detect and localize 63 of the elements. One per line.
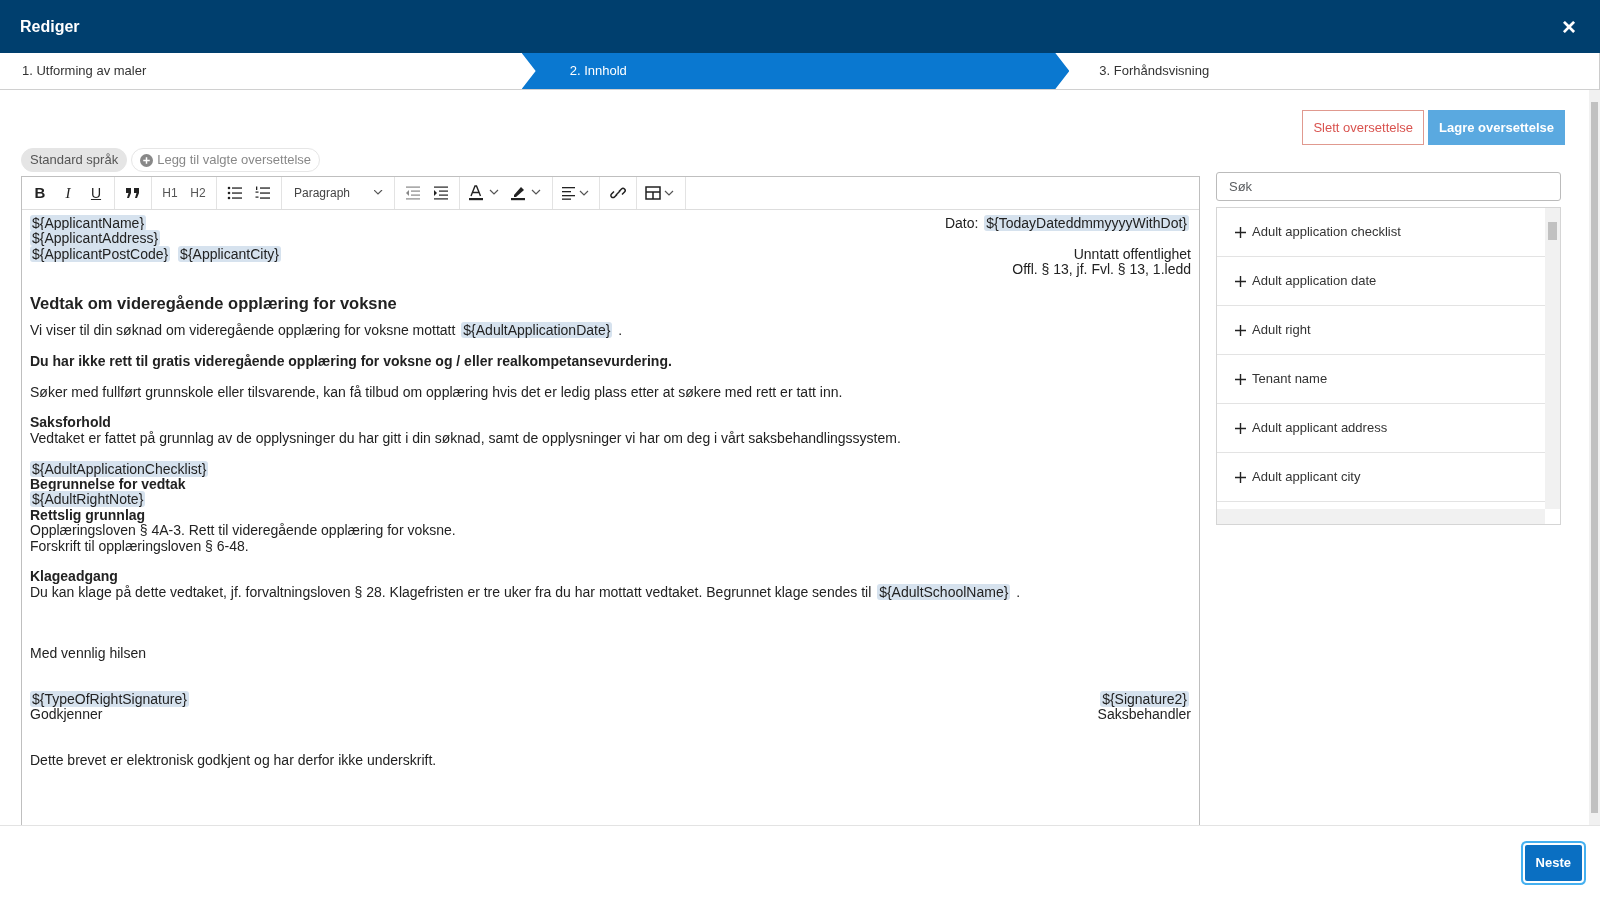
plus-icon [1235,324,1246,336]
heading-button[interactable]: H2 [184,180,212,206]
link-icon [610,185,626,201]
letter-text: Med vennlig hilsen [30,645,146,662]
template-variable: ${ApplicantCity} [178,245,281,262]
plus-icon [1235,275,1246,287]
search-field[interactable]: Søk [1216,172,1561,201]
section-heading: Begrunnelse for vedtak [30,476,186,492]
letter-text: Offl. § 13, jf. Fvl. § 13, 1.ledd [1012,261,1191,278]
template-variable: ${AdultApplicationChecklist} [30,460,209,477]
scrollbar[interactable] [1217,509,1545,524]
italic-button[interactable]: I [54,180,82,206]
section-heading: Du har ikke rett til gratis videregående opplæring for voksne og / eller realkompetansevurdering. [30,352,672,369]
letter-text: Saksbehandler [1097,706,1191,723]
wizard-step[interactable]: 2. Innhold [521,53,1070,89]
template-variable: ${AdultSchoolName} [877,583,1011,600]
template-variable: ${ApplicantName} [30,215,147,231]
add-translation-button[interactable]: Legg til valgte oversettelse [131,148,321,172]
letter-text: Godkjenner [30,706,103,723]
section-heading: Rettslig grunnlag [30,506,146,523]
template-variable: ${AdultApplicationDate} [461,322,613,338]
template-variable: ${Signature2} [1100,690,1189,707]
plus-icon [1235,226,1246,238]
align-left-icon [561,186,591,200]
letter-text: Du kan klage på dette vedtaket, jf. forvaltningsloven § 28. Klagefristen er tre uker fra du har mottatt vedtaket. Begrunnet klage sendes til [30,583,872,600]
section-heading: Saksforhold [30,414,111,431]
plus-icon [1235,422,1246,434]
plus-icon [1235,471,1246,483]
scrollbar[interactable] [1589,90,1600,825]
letter-text: Opplæringsloven § 4A-3. Rett til videregående opplæring for voksne. [30,522,456,539]
close-button[interactable]: × [1558,14,1580,39]
letter-text: Dato: [944,215,979,231]
caret-icon [374,190,384,196]
delete-translation-button[interactable]: Slett oversettelse [1302,110,1425,145]
bold-button[interactable]: B [26,180,54,206]
letter-text: Dette brevet er elektronisk godkjent og har derfor ikke underskrift. [30,751,437,768]
template-variable: ${ApplicantAddress} [30,230,161,247]
letter-text: Vi viser til din søknad om videregående opplæring for voksne mottatt [30,322,456,338]
language-tab[interactable]: Standard språk [21,148,128,172]
window-title: Rediger [20,16,80,37]
plus-icon [1235,373,1246,385]
quote-icon [125,186,141,200]
outdent-icon [405,186,421,200]
letter-text: . [618,322,623,338]
heading-button[interactable]: H1 [156,180,184,206]
numbered-list-icon [255,186,271,200]
template-variable: ${ApplicantPostCode} [30,245,171,262]
letter-text: Søker med fullført grunnskole eller tilsvarende, kan få tilbud om opplæring hvis det er ledig plass etter at søkere med rett er tatt inn. [30,383,843,400]
letter-text: Vedtaket er fattet på grunnlag av de opplysninger du har gitt i din søknad, samt de opplysninger vi har om deg i vårt saksbehandlingssystem. [30,429,901,446]
scrollbar[interactable] [1545,208,1560,509]
letter-text: Forskrift til opplæringsloven § 6-48. [30,537,249,554]
plus-circle-icon [140,153,154,167]
section-heading: Klageadgang [30,568,118,585]
indent-icon [433,186,449,200]
underline-button[interactable]: U [82,180,110,206]
bulleted-list-icon [227,186,243,200]
template-variable: ${TypeOfRightSignature} [30,690,189,707]
letter-text: Unntatt offentlighet [1073,245,1191,262]
template-variable: ${TodayDateddmmyyyyWithDot} [984,215,1189,231]
format-dropdown[interactable]: Paragraph [286,180,390,206]
letter-heading: Vedtak om videregående opplæring for voksne [30,294,397,312]
letter-text: . [1016,583,1021,600]
template-variable: ${AdultRightNote} [30,491,146,508]
